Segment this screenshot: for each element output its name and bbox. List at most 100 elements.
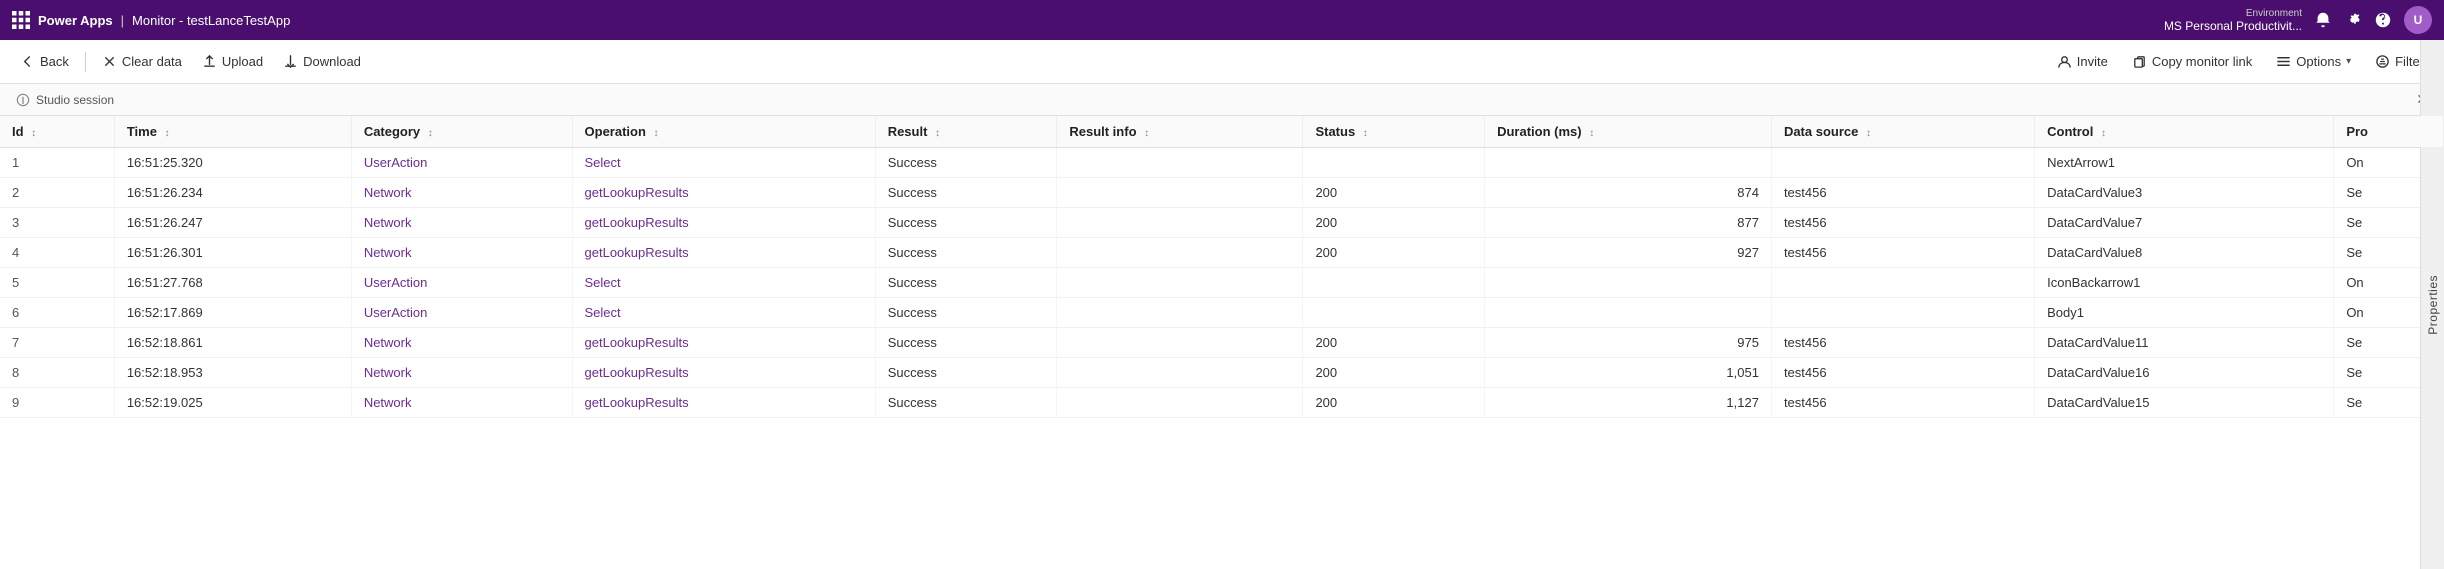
cell-category: Network [351, 388, 572, 418]
notifications-icon[interactable] [2314, 11, 2332, 29]
sort-icon-result-info: ↕ [1144, 128, 1149, 139]
grid-icon [12, 11, 30, 29]
cell-result-info [1057, 298, 1303, 328]
col-time[interactable]: Time ↕ [114, 116, 351, 148]
cell-category: UserAction [351, 268, 572, 298]
cell-control: DataCardValue15 [2035, 388, 2334, 418]
sort-icon-status: ↕ [1363, 128, 1368, 139]
environment-info: Environment MS Personal Productivit... [2164, 8, 2302, 33]
upload-button[interactable]: Upload [194, 49, 271, 74]
cell-control: DataCardValue16 [2035, 358, 2334, 388]
cell-operation: Select [572, 298, 875, 328]
cell-category: UserAction [351, 148, 572, 178]
sort-icon-id: ↕ [31, 128, 36, 139]
table-header: Id ↕ Time ↕ Category ↕ Operation ↕ Resul… [0, 116, 2444, 148]
table-row[interactable]: 2 16:51:26.234 Network getLookupResults … [0, 178, 2444, 208]
sort-icon-time: ↕ [165, 128, 170, 139]
settings-icon[interactable] [2344, 11, 2362, 29]
cell-result-info [1057, 328, 1303, 358]
cell-result: Success [875, 388, 1057, 418]
cell-data-source [1771, 148, 2034, 178]
col-data-source[interactable]: Data source ↕ [1771, 116, 2034, 148]
download-icon [283, 54, 298, 69]
cell-control: NextArrow1 [2035, 148, 2334, 178]
cell-category: Network [351, 238, 572, 268]
cell-result-info [1057, 388, 1303, 418]
cell-time: 16:51:26.234 [114, 178, 351, 208]
download-label: Download [303, 54, 361, 69]
cell-duration-ms [1485, 268, 1772, 298]
invite-icon [2057, 54, 2072, 69]
infobar: Studio session ✕ [0, 84, 2444, 116]
cell-id: 1 [0, 148, 114, 178]
clear-data-button[interactable]: Clear data [94, 49, 190, 74]
cell-time: 16:51:25.320 [114, 148, 351, 178]
cell-result-info [1057, 358, 1303, 388]
cell-id: 8 [0, 358, 114, 388]
cell-duration-ms: 1,127 [1485, 388, 1772, 418]
copy-monitor-link-label: Copy monitor link [2152, 54, 2252, 69]
cell-result: Success [875, 268, 1057, 298]
divider-1 [85, 52, 86, 72]
invite-button[interactable]: Invite [2049, 49, 2116, 74]
cell-data-source: test456 [1771, 328, 2034, 358]
cell-control: IconBackarrow1 [2035, 268, 2334, 298]
cell-data-source: test456 [1771, 178, 2034, 208]
cell-result-info [1057, 208, 1303, 238]
col-result-info[interactable]: Result info ↕ [1057, 116, 1303, 148]
table-row[interactable]: 8 16:52:18.953 Network getLookupResults … [0, 358, 2444, 388]
environment-label: Environment [2246, 8, 2302, 19]
cell-duration-ms [1485, 148, 1772, 178]
cell-id: 3 [0, 208, 114, 238]
copy-icon [2132, 54, 2147, 69]
topbar: Power Apps | Monitor - testLanceTestApp … [0, 0, 2444, 40]
options-button[interactable]: Options ▾ [2268, 49, 2359, 74]
cell-status: 200 [1303, 388, 1485, 418]
sort-icon-category: ↕ [428, 128, 433, 139]
cell-id: 6 [0, 298, 114, 328]
cell-data-source: test456 [1771, 358, 2034, 388]
cell-result-info [1057, 238, 1303, 268]
copy-monitor-link-button[interactable]: Copy monitor link [2124, 49, 2260, 74]
table-wrap: Id ↕ Time ↕ Category ↕ Operation ↕ Resul… [0, 116, 2444, 565]
table-row[interactable]: 3 16:51:26.247 Network getLookupResults … [0, 208, 2444, 238]
cell-status [1303, 268, 1485, 298]
table-row[interactable]: 7 16:52:18.861 Network getLookupResults … [0, 328, 2444, 358]
table-row[interactable]: 4 16:51:26.301 Network getLookupResults … [0, 238, 2444, 268]
col-category[interactable]: Category ↕ [351, 116, 572, 148]
download-button[interactable]: Download [275, 49, 369, 74]
table-row[interactable]: 6 16:52:17.869 UserAction Select Success… [0, 298, 2444, 328]
col-id[interactable]: Id ↕ [0, 116, 114, 148]
cell-result-info [1057, 148, 1303, 178]
invite-label: Invite [2077, 54, 2108, 69]
back-label: Back [40, 54, 69, 69]
cell-operation: getLookupResults [572, 328, 875, 358]
cell-id: 4 [0, 238, 114, 268]
help-icon[interactable] [2374, 11, 2392, 29]
cell-category: UserAction [351, 298, 572, 328]
col-control[interactable]: Control ↕ [2035, 116, 2334, 148]
avatar[interactable]: U [2404, 6, 2432, 34]
col-result[interactable]: Result ↕ [875, 116, 1057, 148]
back-button[interactable]: Back [12, 49, 77, 74]
table-row[interactable]: 9 16:52:19.025 Network getLookupResults … [0, 388, 2444, 418]
cell-category: Network [351, 178, 572, 208]
col-status[interactable]: Status ↕ [1303, 116, 1485, 148]
cell-status: 200 [1303, 358, 1485, 388]
table-row[interactable]: 1 16:51:25.320 UserAction Select Success… [0, 148, 2444, 178]
cell-duration-ms: 1,051 [1485, 358, 1772, 388]
cell-result: Success [875, 238, 1057, 268]
clear-data-icon [102, 54, 117, 69]
table-row[interactable]: 5 16:51:27.768 UserAction Select Success… [0, 268, 2444, 298]
actionbar: Back Clear data Upload Download Invite [0, 40, 2444, 84]
cell-status: 200 [1303, 208, 1485, 238]
cell-duration-ms: 874 [1485, 178, 1772, 208]
col-properties[interactable]: Pro [2334, 116, 2444, 148]
cell-category: Network [351, 358, 572, 388]
col-operation[interactable]: Operation ↕ [572, 116, 875, 148]
cell-time: 16:51:27.768 [114, 268, 351, 298]
col-duration-ms[interactable]: Duration (ms) ↕ [1485, 116, 1772, 148]
cell-operation: getLookupResults [572, 208, 875, 238]
cell-time: 16:51:26.301 [114, 238, 351, 268]
actionbar-right: Invite Copy monitor link Options ▾ Filte… [2049, 49, 2432, 74]
